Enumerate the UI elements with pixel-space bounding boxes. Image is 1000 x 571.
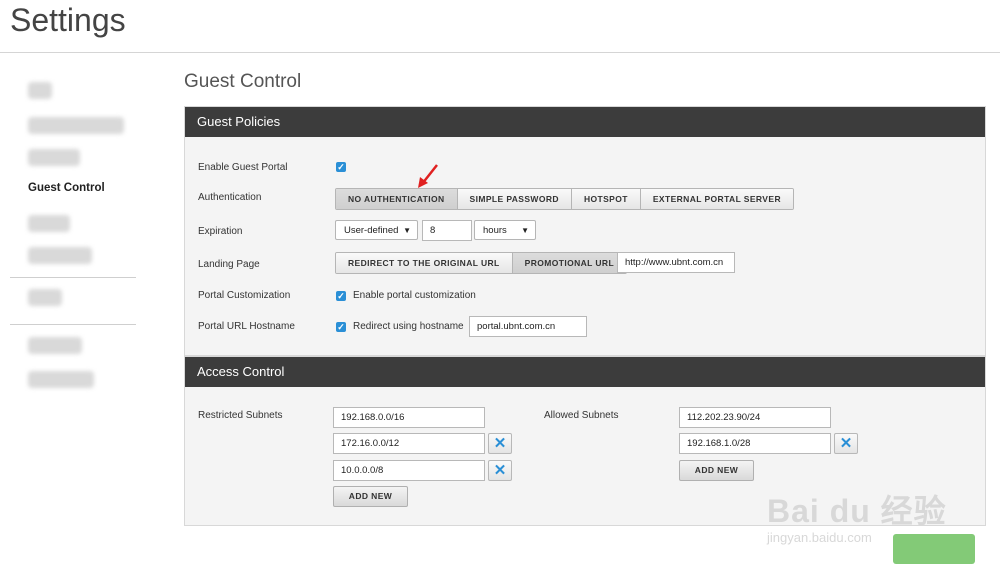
guest-policies-panel: Guest Policies Enable Guest Portal ✓ Aut… bbox=[184, 106, 986, 356]
close-icon: ✕ bbox=[493, 435, 507, 452]
allowed-subnets-label: Allowed Subnets bbox=[544, 410, 619, 421]
enable-guest-portal-checkbox[interactable]: ✓ bbox=[336, 162, 346, 172]
checkmark-icon: ✓ bbox=[337, 322, 345, 332]
portal-customization-checkbox-label: Enable portal customization bbox=[353, 290, 476, 301]
promotional-url-input[interactable]: http://www.ubnt.com.cn bbox=[617, 252, 735, 273]
sidebar-divider bbox=[10, 277, 136, 278]
sidebar-item-blurred[interactable] bbox=[28, 337, 82, 354]
restricted-subnet-input[interactable]: 10.0.0.0/8 bbox=[333, 460, 485, 481]
checkmark-icon: ✓ bbox=[337, 291, 345, 301]
watermark-url: jingyan.baidu.com bbox=[767, 530, 872, 545]
expiration-mode-select[interactable]: User-defined ▼ bbox=[335, 220, 418, 240]
chevron-down-icon: ▼ bbox=[521, 226, 529, 235]
expiration-mode-value: User-defined bbox=[344, 225, 399, 236]
landing-option-promotional-url[interactable]: PROMOTIONAL URL bbox=[512, 253, 627, 273]
auth-option-simple-password[interactable]: SIMPLE PASSWORD bbox=[457, 189, 572, 209]
redirect-hostname-checkbox-label: Redirect using hostname bbox=[353, 321, 464, 332]
page-title: Settings bbox=[10, 2, 126, 38]
restricted-subnet-input[interactable]: 192.168.0.0/16 bbox=[333, 407, 485, 428]
section-title: Guest Control bbox=[184, 71, 302, 92]
hostname-input[interactable]: portal.ubnt.com.cn bbox=[469, 316, 587, 337]
restricted-subnet-input[interactable]: 172.16.0.0/12 bbox=[333, 433, 485, 454]
landing-page-selector: REDIRECT TO THE ORIGINAL URL PROMOTIONAL… bbox=[335, 252, 628, 274]
auth-option-no-authentication[interactable]: NO AUTHENTICATION bbox=[336, 189, 458, 209]
expiration-unit-select[interactable]: hours ▼ bbox=[474, 220, 536, 240]
panel-heading: Access Control bbox=[185, 357, 985, 387]
close-icon: ✕ bbox=[839, 435, 853, 452]
authentication-selector: NO AUTHENTICATION SIMPLE PASSWORD HOTSPO… bbox=[335, 188, 794, 210]
portal-url-hostname-label: Portal URL Hostname bbox=[198, 321, 295, 332]
sidebar-item-blurred[interactable] bbox=[28, 371, 94, 388]
remove-subnet-button[interactable]: ✕ bbox=[488, 433, 512, 454]
sidebar-item-blurred[interactable] bbox=[28, 289, 62, 306]
remove-subnet-button[interactable]: ✕ bbox=[488, 460, 512, 481]
landing-page-label: Landing Page bbox=[198, 259, 260, 270]
header-divider bbox=[0, 52, 1000, 53]
add-restricted-subnet-button[interactable]: ADD NEW bbox=[333, 486, 408, 507]
allowed-subnet-input[interactable]: 192.168.1.0/28 bbox=[679, 433, 831, 454]
sidebar-item-blurred[interactable] bbox=[28, 247, 92, 264]
expiration-unit-value: hours bbox=[483, 225, 507, 236]
annotation-arrow-icon bbox=[418, 164, 438, 188]
sidebar-item-blurred[interactable] bbox=[28, 82, 52, 99]
sidebar-item-blurred[interactable] bbox=[28, 117, 124, 134]
sidebar-item-guest-control[interactable]: Guest Control bbox=[28, 182, 105, 194]
sidebar-divider bbox=[10, 324, 136, 325]
chevron-down-icon: ▼ bbox=[403, 226, 411, 235]
portal-customization-label: Portal Customization bbox=[198, 290, 291, 301]
close-icon: ✕ bbox=[493, 462, 507, 479]
expiration-value-input[interactable]: 8 bbox=[422, 220, 472, 241]
remove-subnet-button[interactable]: ✕ bbox=[834, 433, 858, 454]
redirect-hostname-checkbox[interactable]: ✓ bbox=[336, 322, 346, 332]
auth-option-external-portal-server[interactable]: EXTERNAL PORTAL SERVER bbox=[640, 189, 793, 209]
sidebar-item-blurred[interactable] bbox=[28, 215, 70, 232]
checkmark-icon: ✓ bbox=[337, 162, 345, 172]
apply-button[interactable] bbox=[893, 534, 975, 564]
watermark: Bai du 经验 jingyan.baidu.com bbox=[767, 486, 947, 545]
watermark-logo: Bai du 经验 bbox=[767, 493, 947, 529]
add-allowed-subnet-button[interactable]: ADD NEW bbox=[679, 460, 754, 481]
allowed-subnet-input[interactable]: 112.202.23.90/24 bbox=[679, 407, 831, 428]
panel-heading: Guest Policies bbox=[185, 107, 985, 137]
expiration-label: Expiration bbox=[198, 226, 243, 237]
enable-guest-portal-label: Enable Guest Portal bbox=[198, 162, 288, 173]
portal-customization-checkbox[interactable]: ✓ bbox=[336, 291, 346, 301]
authentication-label: Authentication bbox=[198, 192, 262, 203]
landing-option-redirect-original[interactable]: REDIRECT TO THE ORIGINAL URL bbox=[336, 253, 513, 273]
restricted-subnets-label: Restricted Subnets bbox=[198, 410, 283, 421]
sidebar-item-blurred[interactable] bbox=[28, 149, 80, 166]
auth-option-hotspot[interactable]: HOTSPOT bbox=[571, 189, 641, 209]
